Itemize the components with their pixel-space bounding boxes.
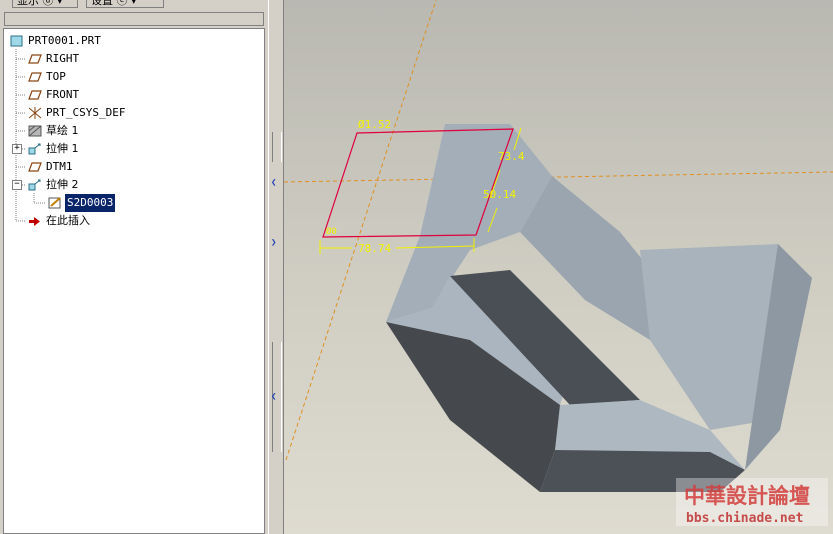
- tree-item-label: 在此插入: [46, 214, 90, 227]
- expand-right-icon[interactable]: ❯: [271, 238, 279, 248]
- tree-item-label: FRONT: [46, 88, 80, 101]
- tree-item-label: 草绘 1: [46, 124, 79, 137]
- tree-item-label: PRT_CSYS_DEF: [46, 106, 126, 119]
- tree-header-strip: [4, 12, 264, 26]
- splitter-grip[interactable]: [272, 132, 282, 162]
- datum-plane-icon: [28, 162, 42, 172]
- tree-item-label: TOP: [46, 70, 66, 83]
- display-menu-button[interactable]: 显示 ⓓ ▾: [12, 0, 78, 8]
- panel-splitter[interactable]: ❮ ❯ ❮: [268, 0, 284, 534]
- site-watermark: 中華設計論壇 bbs.chinade.net: [676, 478, 828, 526]
- collapse-left-icon[interactable]: ❮: [271, 392, 279, 402]
- tree-item-label: 拉伸 1: [46, 142, 79, 155]
- dimension-label-d3[interactable]: 50.14: [483, 188, 516, 201]
- collapse-minus-icon[interactable]: −: [12, 180, 22, 190]
- extrude-icon: [28, 143, 41, 155]
- settings-menu-button[interactable]: 设置 ⓔ ▾: [86, 0, 164, 8]
- extrude-icon: [28, 179, 41, 191]
- datum-plane-icon: [28, 90, 42, 100]
- tree-item-label: PRT0001.PRT: [28, 34, 101, 47]
- watermark-url: bbs.chinade.net: [686, 511, 803, 526]
- dimension-label-d4[interactable]: 78.74: [358, 242, 391, 255]
- tree-connector-lines: [15, 49, 46, 222]
- insert-here-arrow-icon: [29, 217, 40, 226]
- sketch-icon: [28, 125, 42, 137]
- model-viewport[interactable]: Ø1.52 73.4 50.14 78.74 Ø0 中華設計論壇 bbs.chi…: [284, 0, 833, 534]
- dimension-label-d5[interactable]: Ø0: [326, 226, 337, 237]
- part-icon: [10, 35, 23, 47]
- model-tree-toolbar: 显示 ⓓ ▾ 设置 ⓔ ▾: [0, 0, 268, 10]
- tree-item-label: RIGHT: [46, 52, 80, 65]
- datum-plane-icon: [28, 54, 42, 64]
- dimension-label-d1[interactable]: Ø1.52: [358, 118, 391, 131]
- model-tree[interactable]: PRT0001.PRT RIGHT TOP FRONT PRT_CSYS_DEF…: [3, 28, 265, 534]
- expand-plus-icon[interactable]: +: [12, 144, 22, 154]
- model-tree-panel: 显示 ⓓ ▾ 设置 ⓔ ▾ PRT0001.PRT RIGHT TOP FRON…: [0, 0, 268, 534]
- tree-item-label: DTM1: [46, 160, 73, 173]
- section-sketch-icon: [48, 197, 61, 209]
- collapse-left-icon[interactable]: ❮: [271, 178, 279, 188]
- tree-item-label: S2D0003: [65, 194, 116, 212]
- graphics-window[interactable]: Ø1.52 73.4 50.14 78.74 Ø0 中華設計論壇 bbs.chi…: [284, 0, 833, 534]
- csys-icon: [28, 107, 42, 119]
- dimension-label-d2[interactable]: 73.4: [498, 150, 525, 163]
- watermark-title: 中華設計論壇: [684, 483, 810, 508]
- tree-item-label: 拉伸 2: [46, 178, 79, 191]
- datum-plane-icon: [28, 72, 42, 82]
